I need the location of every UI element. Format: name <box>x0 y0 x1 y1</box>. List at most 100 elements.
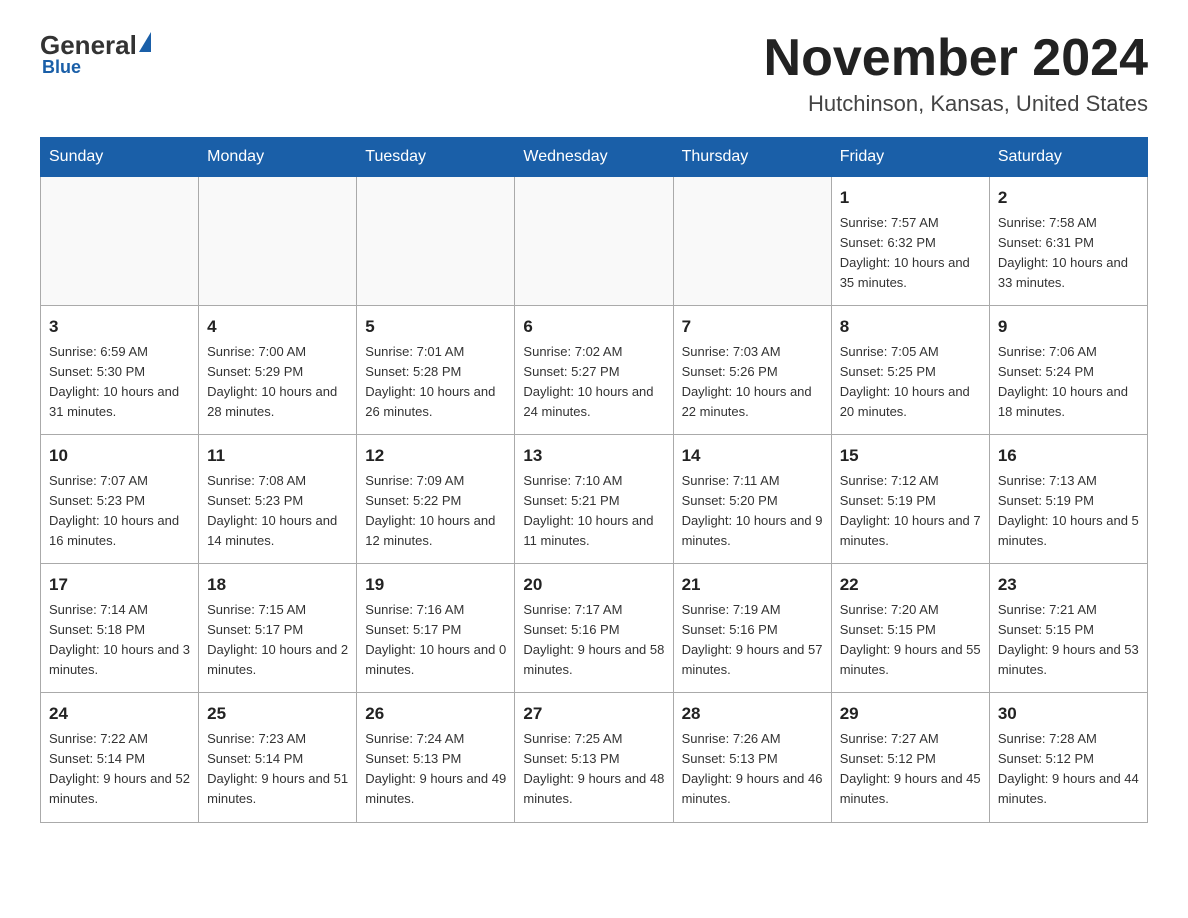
day-number: 11 <box>207 443 348 469</box>
weekday-header-tuesday: Tuesday <box>357 138 515 177</box>
calendar-cell: 2Sunrise: 7:58 AM Sunset: 6:31 PM Daylig… <box>989 177 1147 306</box>
title-area: November 2024 Hutchinson, Kansas, United… <box>764 30 1148 117</box>
calendar-cell: 17Sunrise: 7:14 AM Sunset: 5:18 PM Dayli… <box>41 564 199 693</box>
day-info: Sunrise: 7:19 AM Sunset: 5:16 PM Dayligh… <box>682 600 823 681</box>
calendar-cell: 10Sunrise: 7:07 AM Sunset: 5:23 PM Dayli… <box>41 435 199 564</box>
calendar-cell: 26Sunrise: 7:24 AM Sunset: 5:13 PM Dayli… <box>357 693 515 822</box>
calendar-cell: 11Sunrise: 7:08 AM Sunset: 5:23 PM Dayli… <box>199 435 357 564</box>
calendar-cell <box>357 177 515 306</box>
day-info: Sunrise: 7:12 AM Sunset: 5:19 PM Dayligh… <box>840 471 981 552</box>
day-number: 6 <box>523 314 664 340</box>
month-title: November 2024 <box>764 30 1148 87</box>
calendar-cell: 30Sunrise: 7:28 AM Sunset: 5:12 PM Dayli… <box>989 693 1147 822</box>
calendar-cell: 7Sunrise: 7:03 AM Sunset: 5:26 PM Daylig… <box>673 306 831 435</box>
calendar-cell: 5Sunrise: 7:01 AM Sunset: 5:28 PM Daylig… <box>357 306 515 435</box>
day-info: Sunrise: 7:17 AM Sunset: 5:16 PM Dayligh… <box>523 600 664 681</box>
calendar-cell: 22Sunrise: 7:20 AM Sunset: 5:15 PM Dayli… <box>831 564 989 693</box>
day-info: Sunrise: 7:20 AM Sunset: 5:15 PM Dayligh… <box>840 600 981 681</box>
day-info: Sunrise: 7:01 AM Sunset: 5:28 PM Dayligh… <box>365 342 506 423</box>
calendar-cell: 16Sunrise: 7:13 AM Sunset: 5:19 PM Dayli… <box>989 435 1147 564</box>
day-info: Sunrise: 7:02 AM Sunset: 5:27 PM Dayligh… <box>523 342 664 423</box>
day-info: Sunrise: 7:06 AM Sunset: 5:24 PM Dayligh… <box>998 342 1139 423</box>
day-info: Sunrise: 7:03 AM Sunset: 5:26 PM Dayligh… <box>682 342 823 423</box>
day-number: 29 <box>840 701 981 727</box>
calendar-week-row: 10Sunrise: 7:07 AM Sunset: 5:23 PM Dayli… <box>41 435 1148 564</box>
day-info: Sunrise: 7:25 AM Sunset: 5:13 PM Dayligh… <box>523 729 664 810</box>
day-number: 24 <box>49 701 190 727</box>
calendar-cell: 1Sunrise: 7:57 AM Sunset: 6:32 PM Daylig… <box>831 177 989 306</box>
day-info: Sunrise: 7:57 AM Sunset: 6:32 PM Dayligh… <box>840 213 981 294</box>
weekday-header-saturday: Saturday <box>989 138 1147 177</box>
calendar-header-row: SundayMondayTuesdayWednesdayThursdayFrid… <box>41 138 1148 177</box>
calendar-week-row: 3Sunrise: 6:59 AM Sunset: 5:30 PM Daylig… <box>41 306 1148 435</box>
day-info: Sunrise: 7:13 AM Sunset: 5:19 PM Dayligh… <box>998 471 1139 552</box>
location-subtitle: Hutchinson, Kansas, United States <box>764 91 1148 117</box>
calendar-cell: 14Sunrise: 7:11 AM Sunset: 5:20 PM Dayli… <box>673 435 831 564</box>
day-info: Sunrise: 7:00 AM Sunset: 5:29 PM Dayligh… <box>207 342 348 423</box>
calendar-cell: 18Sunrise: 7:15 AM Sunset: 5:17 PM Dayli… <box>199 564 357 693</box>
day-info: Sunrise: 7:14 AM Sunset: 5:18 PM Dayligh… <box>49 600 190 681</box>
calendar-week-row: 17Sunrise: 7:14 AM Sunset: 5:18 PM Dayli… <box>41 564 1148 693</box>
day-number: 14 <box>682 443 823 469</box>
calendar-cell: 21Sunrise: 7:19 AM Sunset: 5:16 PM Dayli… <box>673 564 831 693</box>
day-info: Sunrise: 7:15 AM Sunset: 5:17 PM Dayligh… <box>207 600 348 681</box>
calendar-cell <box>199 177 357 306</box>
day-number: 18 <box>207 572 348 598</box>
logo: General Blue <box>40 30 151 78</box>
calendar-cell: 4Sunrise: 7:00 AM Sunset: 5:29 PM Daylig… <box>199 306 357 435</box>
day-number: 30 <box>998 701 1139 727</box>
day-number: 5 <box>365 314 506 340</box>
day-number: 4 <box>207 314 348 340</box>
day-number: 1 <box>840 185 981 211</box>
day-info: Sunrise: 7:24 AM Sunset: 5:13 PM Dayligh… <box>365 729 506 810</box>
page-header: General Blue November 2024 Hutchinson, K… <box>40 30 1148 117</box>
calendar-table: SundayMondayTuesdayWednesdayThursdayFrid… <box>40 137 1148 822</box>
calendar-cell: 3Sunrise: 6:59 AM Sunset: 5:30 PM Daylig… <box>41 306 199 435</box>
day-number: 16 <box>998 443 1139 469</box>
day-info: Sunrise: 7:11 AM Sunset: 5:20 PM Dayligh… <box>682 471 823 552</box>
day-info: Sunrise: 7:21 AM Sunset: 5:15 PM Dayligh… <box>998 600 1139 681</box>
day-info: Sunrise: 7:09 AM Sunset: 5:22 PM Dayligh… <box>365 471 506 552</box>
day-number: 17 <box>49 572 190 598</box>
calendar-cell: 13Sunrise: 7:10 AM Sunset: 5:21 PM Dayli… <box>515 435 673 564</box>
calendar-cell: 28Sunrise: 7:26 AM Sunset: 5:13 PM Dayli… <box>673 693 831 822</box>
calendar-cell <box>41 177 199 306</box>
day-info: Sunrise: 7:22 AM Sunset: 5:14 PM Dayligh… <box>49 729 190 810</box>
day-info: Sunrise: 7:58 AM Sunset: 6:31 PM Dayligh… <box>998 213 1139 294</box>
calendar-cell: 19Sunrise: 7:16 AM Sunset: 5:17 PM Dayli… <box>357 564 515 693</box>
calendar-week-row: 1Sunrise: 7:57 AM Sunset: 6:32 PM Daylig… <box>41 177 1148 306</box>
day-number: 7 <box>682 314 823 340</box>
day-info: Sunrise: 7:26 AM Sunset: 5:13 PM Dayligh… <box>682 729 823 810</box>
day-number: 8 <box>840 314 981 340</box>
day-info: Sunrise: 7:16 AM Sunset: 5:17 PM Dayligh… <box>365 600 506 681</box>
calendar-cell: 24Sunrise: 7:22 AM Sunset: 5:14 PM Dayli… <box>41 693 199 822</box>
day-number: 28 <box>682 701 823 727</box>
weekday-header-sunday: Sunday <box>41 138 199 177</box>
day-number: 12 <box>365 443 506 469</box>
weekday-header-monday: Monday <box>199 138 357 177</box>
day-info: Sunrise: 7:10 AM Sunset: 5:21 PM Dayligh… <box>523 471 664 552</box>
day-info: Sunrise: 7:08 AM Sunset: 5:23 PM Dayligh… <box>207 471 348 552</box>
calendar-cell: 27Sunrise: 7:25 AM Sunset: 5:13 PM Dayli… <box>515 693 673 822</box>
day-number: 25 <box>207 701 348 727</box>
day-number: 22 <box>840 572 981 598</box>
weekday-header-thursday: Thursday <box>673 138 831 177</box>
calendar-cell: 9Sunrise: 7:06 AM Sunset: 5:24 PM Daylig… <box>989 306 1147 435</box>
calendar-cell: 20Sunrise: 7:17 AM Sunset: 5:16 PM Dayli… <box>515 564 673 693</box>
calendar-cell: 29Sunrise: 7:27 AM Sunset: 5:12 PM Dayli… <box>831 693 989 822</box>
day-info: Sunrise: 7:28 AM Sunset: 5:12 PM Dayligh… <box>998 729 1139 810</box>
calendar-cell: 23Sunrise: 7:21 AM Sunset: 5:15 PM Dayli… <box>989 564 1147 693</box>
day-number: 13 <box>523 443 664 469</box>
weekday-header-wednesday: Wednesday <box>515 138 673 177</box>
logo-triangle-icon <box>139 32 151 52</box>
day-info: Sunrise: 7:07 AM Sunset: 5:23 PM Dayligh… <box>49 471 190 552</box>
day-number: 21 <box>682 572 823 598</box>
calendar-cell: 25Sunrise: 7:23 AM Sunset: 5:14 PM Dayli… <box>199 693 357 822</box>
calendar-week-row: 24Sunrise: 7:22 AM Sunset: 5:14 PM Dayli… <box>41 693 1148 822</box>
weekday-header-friday: Friday <box>831 138 989 177</box>
day-info: Sunrise: 6:59 AM Sunset: 5:30 PM Dayligh… <box>49 342 190 423</box>
day-number: 26 <box>365 701 506 727</box>
day-info: Sunrise: 7:05 AM Sunset: 5:25 PM Dayligh… <box>840 342 981 423</box>
day-number: 19 <box>365 572 506 598</box>
day-info: Sunrise: 7:23 AM Sunset: 5:14 PM Dayligh… <box>207 729 348 810</box>
